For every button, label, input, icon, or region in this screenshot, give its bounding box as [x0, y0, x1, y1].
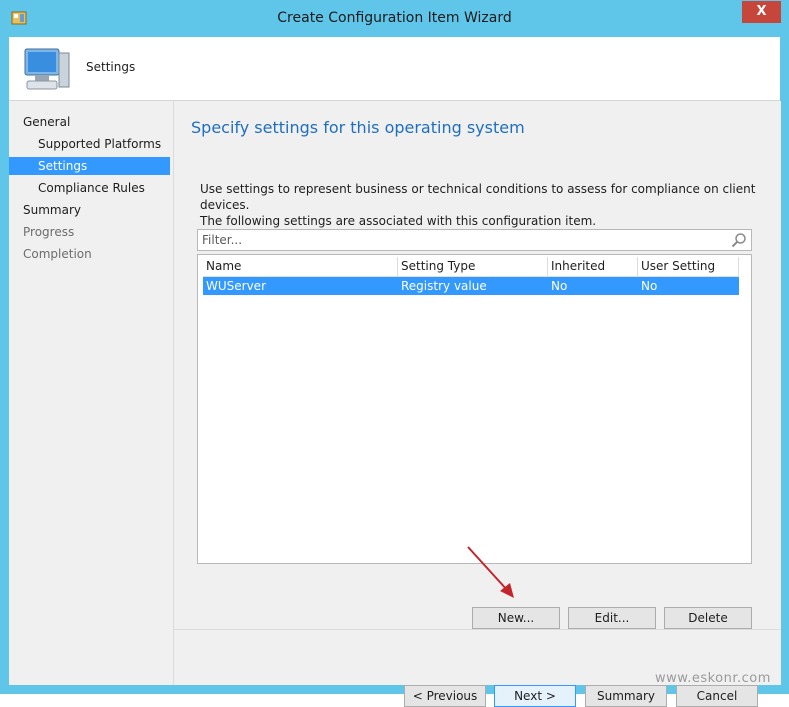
- description-line-1: Use settings to represent business or te…: [200, 182, 756, 212]
- nav-item-completion: Completion: [23, 247, 92, 261]
- table-header: Name Setting Type Inherited User Setting: [203, 257, 739, 277]
- edit-button[interactable]: Edit...: [568, 607, 656, 629]
- header-step-label: Settings: [86, 60, 136, 74]
- watermark: www.eskonr.com: [655, 671, 771, 686]
- close-button[interactable]: X: [742, 1, 781, 23]
- column-header-setting-type[interactable]: Setting Type: [398, 257, 548, 276]
- filter-box: [197, 229, 752, 251]
- delete-button[interactable]: Delete: [664, 607, 752, 629]
- title-bar: Create Configuration Item Wizard X: [1, 1, 788, 37]
- computer-icon: [24, 48, 70, 90]
- cell-setting-type: Registry value: [401, 279, 487, 293]
- cell-user-setting: No: [641, 279, 658, 293]
- nav-item-summary[interactable]: Summary: [23, 201, 81, 219]
- column-header-user-setting[interactable]: User Setting: [638, 257, 739, 276]
- column-header-inherited[interactable]: Inherited: [548, 257, 638, 276]
- cancel-button[interactable]: Cancel: [676, 685, 758, 707]
- footer-divider: [174, 629, 781, 630]
- nav-item-settings[interactable]: Settings: [9, 157, 170, 175]
- window-title: Create Configuration Item Wizard: [277, 10, 512, 26]
- page-heading: Specify settings for this operating syst…: [191, 118, 525, 137]
- nav-item-compliance-rules[interactable]: Compliance Rules: [38, 179, 145, 197]
- settings-table: Name Setting Type Inherited User Setting…: [197, 254, 752, 564]
- column-header-name[interactable]: Name: [203, 257, 398, 276]
- search-icon[interactable]: [731, 232, 747, 248]
- cell-name: WUServer: [206, 279, 266, 293]
- new-button[interactable]: New...: [472, 607, 560, 629]
- nav-item-progress: Progress: [23, 225, 75, 239]
- wizard-window: Create Configuration Item Wizard X Setti…: [0, 0, 789, 707]
- page-description: Use settings to represent business or te…: [200, 181, 760, 229]
- table-row[interactable]: WUServer Registry value No No: [203, 277, 739, 295]
- wizard-content: Specify settings for this operating syst…: [173, 101, 781, 707]
- summary-button[interactable]: Summary: [585, 685, 667, 707]
- next-button[interactable]: Next >: [494, 685, 576, 707]
- wizard-header: Settings: [9, 37, 780, 101]
- wizard-steps-nav: General Supported Platforms Settings Com…: [9, 101, 173, 685]
- nav-item-supported-platforms[interactable]: Supported Platforms: [38, 135, 161, 153]
- description-line-2: The following settings are associated wi…: [200, 214, 597, 228]
- red-arrow-annotation: [467, 546, 514, 598]
- wizard-client-area: Settings General Supported Platforms Set…: [9, 37, 781, 707]
- previous-button[interactable]: < Previous: [404, 685, 486, 707]
- cell-inherited: No: [551, 279, 568, 293]
- filter-input[interactable]: [202, 233, 722, 247]
- nav-item-general[interactable]: General: [23, 113, 70, 131]
